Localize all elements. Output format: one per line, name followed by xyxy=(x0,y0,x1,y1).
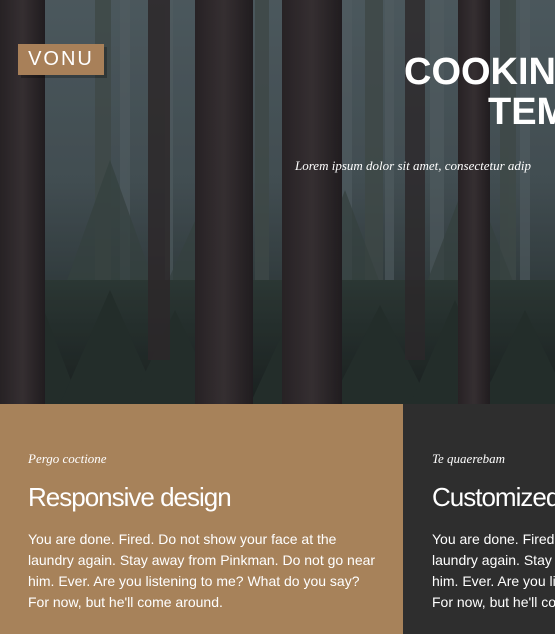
feature-card-customized: Te quaerebam Customized You are done. Fi… xyxy=(403,404,555,634)
hero-title-line2: TEM xyxy=(488,91,555,133)
hero-title: COOKIN TEM xyxy=(404,52,555,132)
feature-kicker: Pergo coctione xyxy=(28,451,107,466)
feature-kicker: Te quaerebam xyxy=(432,451,506,466)
feature-body: You are done. Fired. Do not show your fa… xyxy=(28,531,376,610)
hero-title-line1: COOKIN xyxy=(404,51,555,93)
hero-section: VONU COOKIN TEM Lorem ipsum dolor sit am… xyxy=(0,0,555,404)
vonu-logo[interactable]: VONU xyxy=(18,44,104,75)
feature-body: You are done. Fired. Do not show your fa… xyxy=(432,531,555,610)
hero-subtitle: Lorem ipsum dolor sit amet, consectetur … xyxy=(295,158,532,173)
feature-card-responsive: Pergo coctione Responsive design You are… xyxy=(0,404,403,634)
feature-heading: Customized xyxy=(432,482,555,512)
feature-heading: Responsive design xyxy=(28,482,232,512)
